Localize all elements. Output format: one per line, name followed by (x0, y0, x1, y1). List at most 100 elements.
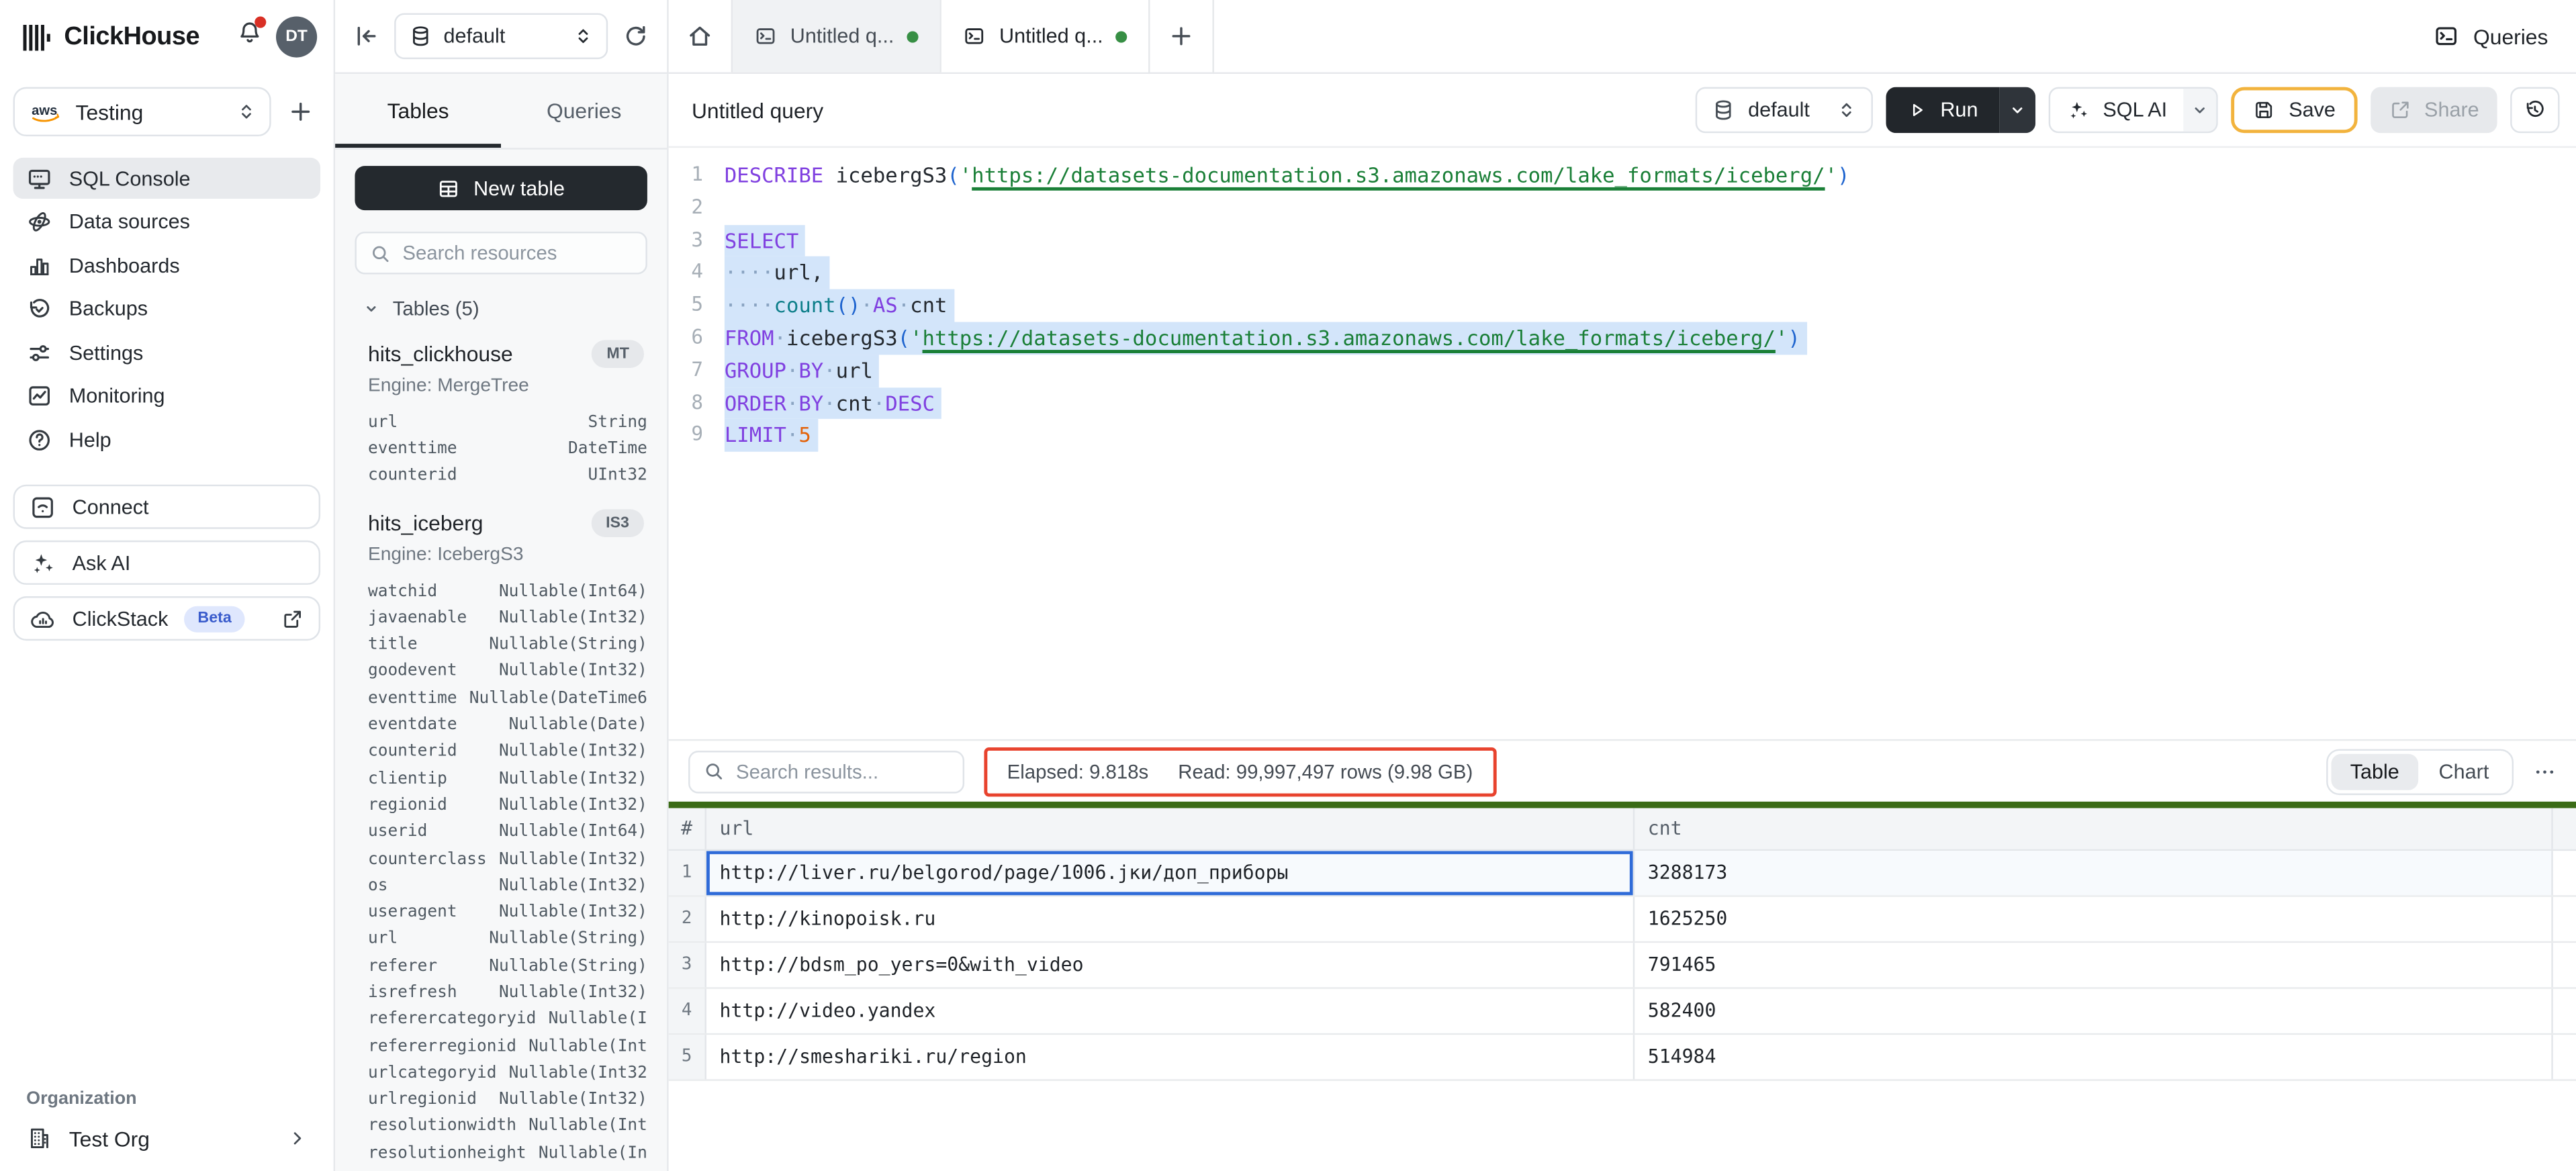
search-results-input[interactable] (688, 750, 964, 793)
cell-url[interactable]: http://kinopoisk.ru (706, 896, 1633, 941)
cell-url[interactable]: http://video.yandex (706, 988, 1633, 1033)
sidebar-item-backups[interactable]: Backups (13, 288, 320, 329)
code-token: · (786, 423, 798, 448)
cell-cnt[interactable]: 1625250 (1633, 896, 2553, 941)
code-link: https://datasets-documentation.s3.amazon… (972, 162, 1825, 187)
table-item[interactable]: hits_icebergIS3 (355, 506, 647, 540)
results-more-button[interactable] (2533, 759, 2556, 782)
tab-queries[interactable]: Queries (501, 74, 667, 148)
cell-cnt[interactable]: 582400 (1633, 988, 2553, 1033)
sql-editor: Untitled query default Run (669, 74, 2576, 1171)
code-area[interactable]: 1DESCRIBE icebergS3('https://datasets-do… (669, 148, 2576, 739)
tables-section-header[interactable]: Tables (5) (355, 297, 647, 320)
table-engine: Engine: IcebergS3 (355, 541, 647, 573)
sql-ai-options-button[interactable] (2184, 89, 2217, 132)
header-row-number[interactable]: # (669, 807, 706, 848)
table-name: hits_clickhouse (368, 342, 513, 367)
run-button[interactable]: Run (1886, 87, 2035, 134)
code-token: ' (1825, 162, 1837, 187)
new-table-button[interactable]: New table (355, 166, 647, 210)
organization-name: Test Org (69, 1126, 150, 1151)
table-row[interactable]: 2http://kinopoisk.ru1625250 (669, 896, 2576, 943)
new-tab-button[interactable] (1149, 0, 1215, 74)
brand-name: ClickHouse (64, 22, 199, 52)
organization-switcher[interactable]: Test Org (13, 1125, 320, 1152)
view-toggle: Table Chart (2326, 748, 2514, 794)
notifications-button[interactable] (236, 19, 263, 54)
console-tab-icon (963, 25, 986, 48)
home-button[interactable] (669, 0, 731, 74)
code-line: 9LIMIT·5 (669, 420, 2576, 452)
code-token: icebergS3 (823, 162, 947, 187)
sidebar-button-label: ClickStack (73, 607, 169, 630)
column-type: Nullable(Int64) (489, 823, 647, 841)
cell-cnt[interactable]: 514984 (1633, 1034, 2553, 1078)
search-resources-field[interactable] (402, 242, 633, 265)
queries-button[interactable]: Queries (2406, 0, 2576, 74)
cell-url[interactable]: http://bdsm_po_yers=0&with_video (706, 942, 1633, 986)
code-line: 2 (669, 192, 2576, 224)
sidebar-item-label: Data sources (69, 210, 190, 233)
collapse-panel-icon[interactable] (353, 23, 379, 49)
sidebar-item-settings[interactable]: Settings (13, 332, 320, 373)
service-selector[interactable]: aws Testing (13, 87, 271, 136)
share-button[interactable]: Share (2370, 87, 2497, 134)
chevrons-updown-icon (573, 26, 593, 46)
column-type: Nullable(Int64) (489, 582, 647, 600)
editor-tab-active[interactable]: Untitled q... (940, 0, 1149, 73)
column-name: urlregionid (368, 1091, 477, 1109)
column-row: eventtimeDateTime (368, 436, 647, 463)
table-item[interactable]: hits_clickhouseMT (355, 337, 647, 371)
cell-cnt[interactable]: 791465 (1633, 942, 2553, 986)
sidebar-item-dashboards[interactable]: Dashboards (13, 245, 320, 286)
column-name: os (368, 877, 387, 895)
service-name: Testing (76, 99, 226, 124)
table-row[interactable]: 5http://smeshariki.ru/region514984 (669, 1034, 2576, 1080)
sidebar-item-sql-console[interactable]: SQL Console (13, 158, 320, 199)
code-token: · (786, 390, 798, 415)
editor-tab[interactable]: Untitled q... (731, 0, 940, 73)
cell-cnt[interactable]: 3288173 (1633, 850, 2553, 894)
table-row[interactable]: 4http://video.yandex582400 (669, 988, 2576, 1035)
code-token: ···· (725, 293, 774, 318)
cell-url[interactable]: http://smeshariki.ru/region (706, 1034, 1633, 1078)
sidebar-item-data-sources[interactable]: Data sources (13, 201, 320, 242)
table-row[interactable]: 1http://liver.ru/belgorod/page/1006.jки/… (669, 850, 2576, 896)
unsaved-indicator (1116, 30, 1128, 42)
column-name: userid (368, 823, 427, 841)
code-token: LIMIT (725, 423, 786, 448)
avatar[interactable]: DT (276, 16, 317, 57)
refresh-icon[interactable] (623, 23, 649, 49)
connect-icon (30, 494, 56, 520)
header-cnt[interactable]: cnt (1633, 807, 2553, 848)
sql-ai-button[interactable]: SQL AI (2049, 87, 2218, 134)
cell-url[interactable]: http://liver.ru/belgorod/page/1006.jки/д… (706, 850, 1633, 894)
column-name: url (368, 414, 398, 432)
save-button[interactable]: Save (2232, 87, 2357, 134)
sidebar-button-connect[interactable]: Connect (13, 485, 320, 529)
sidebar-button-clickstack[interactable]: ClickStackBeta (13, 596, 320, 641)
column-type: Nullable(Int32) (489, 1091, 647, 1109)
code-token: count (774, 293, 836, 318)
search-resources-input[interactable] (355, 232, 647, 275)
column-row: titleNullable(String) (368, 632, 647, 659)
sidebar-item-help[interactable]: Help (13, 419, 320, 460)
search-results-field[interactable] (736, 759, 950, 782)
header-url[interactable]: url (706, 807, 1633, 848)
row-number: 4 (669, 988, 706, 1033)
sidebar-button-ask-ai[interactable]: Ask AI (13, 541, 320, 585)
table-row[interactable]: 3http://bdsm_po_yers=0&with_video791465 (669, 942, 2576, 988)
view-table-option[interactable]: Table (2330, 753, 2419, 790)
tab-tables[interactable]: Tables (335, 74, 501, 148)
add-service-button[interactable] (281, 92, 320, 132)
sidebar-item-monitoring[interactable]: Monitoring (13, 375, 320, 416)
run-options-button[interactable] (1999, 87, 2035, 134)
brand-area: ClickHouse DT (0, 0, 335, 74)
query-history-button[interactable] (2510, 87, 2559, 134)
database-selector[interactable]: default (394, 13, 608, 60)
code-token: cnt (910, 293, 947, 318)
editor-database-selector[interactable]: default (1696, 87, 1873, 134)
database-icon (1712, 99, 1735, 122)
row-number: 1 (669, 850, 706, 894)
view-chart-option[interactable]: Chart (2419, 753, 2509, 790)
